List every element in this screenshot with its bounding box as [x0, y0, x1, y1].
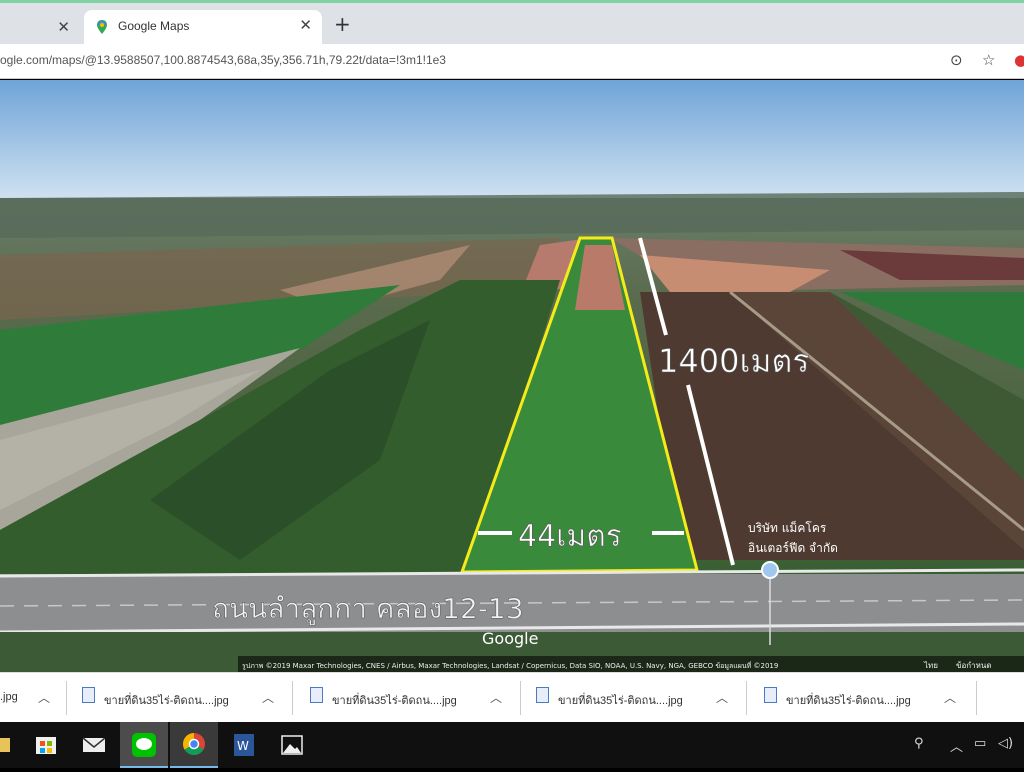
- taskbar: W ⚲ ︿ ▭ ◁): [0, 722, 1024, 768]
- tab-previous[interactable]: ✕: [0, 10, 80, 47]
- chevron-up-icon[interactable]: ︿: [944, 689, 956, 706]
- company-label-line1[interactable]: บริษัท แม็คโคร: [748, 520, 827, 535]
- chevron-up-icon[interactable]: ︿: [950, 736, 963, 755]
- divider: [66, 681, 67, 715]
- download-filename: ขายที่ดิน35ไร่-ติดถน....jpg: [332, 695, 457, 707]
- image-file-icon: [764, 687, 777, 703]
- image-file-icon: [82, 687, 95, 703]
- taskbar-app[interactable]: W: [220, 722, 268, 768]
- store-icon: [36, 737, 56, 754]
- folder-icon: [0, 738, 10, 752]
- taskbar-app[interactable]: [120, 722, 168, 768]
- divider: [746, 681, 747, 715]
- image-file-icon: [536, 687, 549, 703]
- image-file-icon: [310, 687, 323, 703]
- svg-text:W: W: [237, 739, 249, 753]
- tab-title: Google Maps: [118, 19, 190, 33]
- divider: [292, 681, 293, 715]
- tab-google-maps[interactable]: Google Maps ✕: [84, 10, 322, 47]
- chevron-up-icon[interactable]: ︿: [38, 689, 50, 706]
- attribution-text: รูปภาพ ©2019 Maxar Technologies, CNES / …: [242, 661, 778, 670]
- download-item[interactable]: ขายที่ดิน35ไร่-ติดถน....jpg ︿: [82, 683, 282, 713]
- download-filename: .jpg: [0, 691, 18, 703]
- taskbar-app[interactable]: [22, 722, 70, 768]
- download-item[interactable]: ขายที่ดิน35ไร่-ติดถน....jpg ︿: [536, 683, 736, 713]
- company-label-line2[interactable]: อินเตอร์ฟีด จำกัด: [748, 541, 838, 555]
- downloads-bar: .jpg ︿ ขายที่ดิน35ไร่-ติดถน....jpg ︿ ขาย…: [0, 672, 1024, 722]
- url-text[interactable]: ogle.com/maps/@13.9588507,100.8874543,68…: [0, 53, 446, 67]
- close-tab-icon[interactable]: ✕: [299, 16, 312, 34]
- download-item[interactable]: ขายที่ดิน35ไร่-ติดถน....jpg ︿: [310, 683, 510, 713]
- google-logo: Google: [482, 629, 538, 648]
- mail-icon: [82, 737, 106, 752]
- download-item[interactable]: ขายที่ดิน35ไร่-ติดถน....jpg ︿: [764, 683, 964, 713]
- close-tab-icon[interactable]: ✕: [57, 18, 70, 36]
- line-app-icon: [132, 733, 156, 757]
- network-icon[interactable]: ▭: [974, 736, 986, 751]
- chrome-icon: [183, 733, 205, 755]
- google-maps-icon: [97, 20, 107, 34]
- bookmark-star-icon[interactable]: ☆: [982, 51, 995, 69]
- taskbar-app[interactable]: [0, 722, 24, 768]
- taskbar-app[interactable]: [70, 722, 118, 768]
- address-bar[interactable]: ogle.com/maps/@13.9588507,100.8874543,68…: [0, 44, 1024, 79]
- width-label: 44เมตร: [518, 519, 622, 554]
- divider: [520, 681, 521, 715]
- download-filename: ขายที่ดิน35ไร่-ติดถน....jpg: [786, 695, 911, 707]
- photos-icon: [281, 735, 303, 755]
- location-icon[interactable]: ⊙: [950, 51, 963, 69]
- satellite-3d-view[interactable]: 1400เมตร 44เมตร ถนนลำลูกกา คลอง12-13 บริ…: [0, 80, 1024, 672]
- taskbar-app[interactable]: [268, 722, 316, 768]
- new-tab-button[interactable]: +: [334, 14, 351, 34]
- divider: [976, 681, 977, 715]
- extension-icon[interactable]: ●: [1014, 51, 1024, 69]
- taskbar-app[interactable]: [170, 722, 218, 768]
- horizon-fields: [0, 192, 1024, 238]
- location-pin-icon[interactable]: [761, 561, 779, 579]
- download-filename: ขายที่ดิน35ไร่-ติดถน....jpg: [104, 695, 229, 707]
- chevron-up-icon[interactable]: ︿: [490, 689, 502, 706]
- length-label: 1400เมตร: [658, 342, 809, 380]
- language-link[interactable]: ไทย: [923, 661, 938, 670]
- download-item[interactable]: .jpg ︿: [0, 683, 60, 713]
- download-filename: ขายที่ดิน35ไร่-ติดถน....jpg: [558, 695, 683, 707]
- sky: [0, 80, 1024, 202]
- word-icon: W: [234, 734, 254, 756]
- map-view[interactable]: 1400เมตร 44เมตร ถนนลำลูกกา คลอง12-13 บริ…: [0, 80, 1024, 672]
- chevron-up-icon[interactable]: ︿: [262, 689, 274, 706]
- chevron-up-icon[interactable]: ︿: [716, 689, 728, 706]
- person-icon[interactable]: ⚲: [914, 736, 924, 751]
- speaker-icon[interactable]: ◁): [998, 736, 1013, 751]
- road-name-label: ถนนลำลูกกา คลอง12-13: [212, 592, 524, 626]
- tab-bar: ✕ Google Maps ✕ +: [0, 0, 1024, 47]
- terms-link[interactable]: ข้อกำหนด: [956, 661, 992, 670]
